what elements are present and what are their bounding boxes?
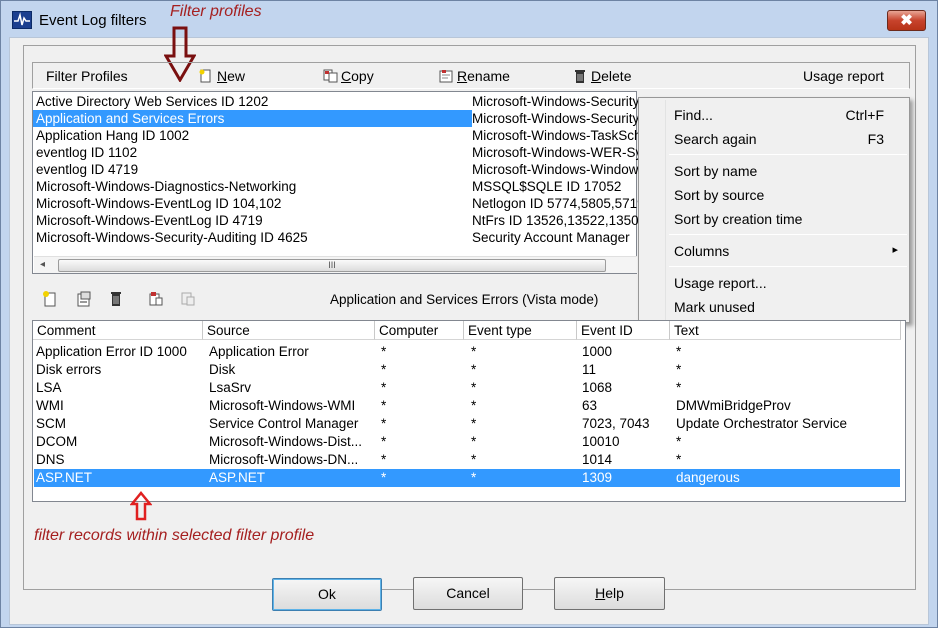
close-button[interactable]: ✖	[887, 10, 926, 31]
cut-record-icon[interactable]	[148, 291, 164, 307]
menu-item-find[interactable]: Find... Ctrl+F	[674, 107, 904, 123]
table-row[interactable]: Disk errors Disk * * 11 *	[33, 361, 905, 379]
copy-button[interactable]: Copy	[323, 68, 374, 84]
menu-item-columns[interactable]: Columns ▸	[674, 243, 904, 259]
new-button[interactable]: New	[199, 68, 245, 84]
annotation-filter-records: filter records within selected filter pr…	[34, 527, 315, 544]
new-document-icon	[199, 69, 213, 83]
column-header-event-type[interactable]: Event type	[464, 321, 577, 340]
delete-record-icon[interactable]	[108, 291, 124, 307]
menu-separator	[669, 154, 907, 155]
edit-record-icon[interactable]	[76, 291, 92, 307]
copy-icon	[323, 69, 338, 83]
menu-item-search-again[interactable]: Search again F3	[674, 131, 904, 147]
scrollbar-thumb[interactable]: III	[58, 259, 606, 272]
delete-button[interactable]: Delete	[573, 68, 631, 84]
rename-icon	[439, 69, 453, 83]
filter-profiles-label: Filter Profiles	[46, 68, 128, 84]
list-item[interactable]: Active Directory Web Services ID 1202 Mic…	[33, 93, 638, 110]
annotation-filter-profiles: Filter profiles	[170, 3, 262, 20]
list-item[interactable]: eventlog ID 1102Microsoft-Windows-WER-Sy…	[33, 144, 638, 161]
table-row[interactable]: DNS Microsoft-Windows-DN... * * 1014 *	[33, 451, 905, 469]
column-header-event-id[interactable]: Event ID	[577, 321, 670, 340]
context-menu: Find... Ctrl+F Search again F3 Sort by nam…	[638, 97, 910, 323]
column-header-comment[interactable]: Comment	[33, 321, 203, 340]
grip-icon: III	[328, 260, 336, 270]
rename-button[interactable]: Rename	[439, 68, 510, 84]
column-header-computer[interactable]: Computer	[375, 321, 464, 340]
cancel-button[interactable]: Cancel	[413, 577, 523, 610]
table-row[interactable]: WMI Microsoft-Windows-WMI * * 63 DMWmiBridgeP…	[33, 397, 905, 415]
arrow-up-icon	[130, 491, 152, 521]
close-icon: ✖	[900, 12, 913, 29]
profile-list[interactable]: Active Directory Web Services ID 1202 Mic…	[32, 91, 638, 274]
menu-gutter	[665, 100, 666, 320]
list-item[interactable]: Microsoft-Windows-EventLog ID 104,102 Net…	[33, 195, 638, 212]
menu-item-sort-by-name[interactable]: Sort by name	[674, 163, 904, 179]
table-row[interactable]: LSA LsaSrv * * 1068 *	[33, 379, 905, 397]
list-item[interactable]: Microsoft-Windows-Diagnostics-Networking…	[33, 178, 636, 195]
window-title: Event Log filters	[39, 12, 147, 29]
paste-record-icon[interactable]	[180, 291, 196, 307]
menu-separator	[669, 234, 907, 235]
column-header-source[interactable]: Source	[203, 321, 375, 340]
menu-separator	[669, 266, 907, 267]
submenu-arrow-icon: ▸	[892, 244, 898, 256]
title-bar: Event Log filters ✖	[1, 1, 937, 37]
scroll-left-icon[interactable]: ◂	[40, 259, 45, 270]
table-row[interactable]: SCM Service Control Manager * * 7023, 7043 Up…	[33, 415, 905, 433]
new-record-icon[interactable]	[42, 291, 58, 307]
list-item[interactable]: Microsoft-Windows-EventLog ID 4719 NtFrs …	[33, 212, 638, 229]
ok-button[interactable]: Ok	[272, 578, 382, 611]
usage-report-button[interactable]: Usage report	[803, 68, 884, 84]
menu-item-mark-unused[interactable]: Mark unused	[674, 299, 904, 315]
table-row[interactable]: DCOM Microsoft-Windows-Dist... * * 10010 *	[33, 433, 905, 451]
trash-icon	[573, 69, 587, 83]
list-item[interactable]: Microsoft-Windows-Security-Auditing ID 4…	[33, 229, 636, 246]
list-item[interactable]: Application Hang ID 1002 Microsoft-Window…	[33, 127, 638, 144]
horizontal-scrollbar[interactable]: ◂ III	[34, 256, 637, 273]
filter-records-table[interactable]: Comment Source Computer Event type Event…	[32, 320, 906, 502]
help-button[interactable]: Help	[554, 577, 665, 610]
list-item[interactable]: eventlog ID 4719 Microsoft-Windows-Window…	[33, 161, 638, 178]
list-item-selected[interactable]: Application and Services Errors Microsoft…	[33, 110, 638, 127]
mode-label: Application and Services Errors (Vista m…	[330, 292, 599, 307]
menu-item-sort-by-creation-time[interactable]: Sort by creation time	[674, 211, 904, 227]
app-icon	[12, 11, 32, 29]
menu-item-usage-report[interactable]: Usage report...	[674, 275, 904, 291]
table-row-selected[interactable]: ASP.NET ASP.NET * * 1309 dangerous	[34, 469, 900, 487]
column-header-text[interactable]: Text	[670, 321, 901, 340]
menu-item-sort-by-source[interactable]: Sort by source	[674, 187, 904, 203]
table-row[interactable]: Application Error ID 1000 Application Err…	[33, 343, 905, 361]
